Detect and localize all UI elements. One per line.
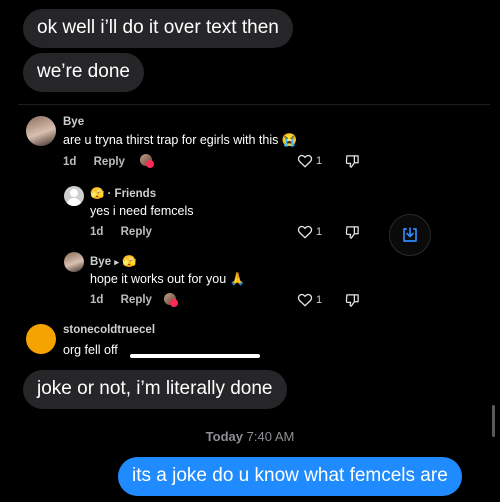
thumbs-down-icon [345, 294, 359, 307]
comment-text: hope it works out for you 🙏 [90, 272, 245, 287]
reply-arrow-icon: ▸ [114, 257, 119, 267]
heart-outline-icon [297, 293, 313, 307]
heart-outline-icon [297, 225, 313, 239]
crying-emoji: 😭 [281, 133, 298, 147]
like-count: 1 [316, 294, 323, 306]
timestamp-time: 7:40 AM [246, 429, 295, 444]
audience-label: · Friends [107, 188, 157, 200]
creator-liked-badge [164, 293, 178, 307]
like-count: 1 [316, 226, 323, 238]
avatar [64, 186, 84, 206]
comment-username: Bye ▸ 🫣 [90, 254, 136, 268]
like-button[interactable]: 1 [297, 154, 322, 168]
peeking-emoji: 🫣 [122, 256, 137, 268]
message-bubble-incoming[interactable]: ok well i’ll do it over text then [23, 9, 293, 48]
like-button[interactable]: 1 [297, 293, 322, 307]
praying-hands-emoji: 🙏 [229, 272, 246, 286]
message-bubble-incoming[interactable]: joke or not, i’m literally done [23, 370, 287, 409]
reply-button[interactable]: Reply [94, 156, 125, 168]
avatar [26, 324, 56, 354]
comment-age: 1d [90, 294, 104, 306]
comment-text-body: hope it works out for you [90, 272, 227, 286]
avatar [26, 116, 56, 146]
reply-button[interactable]: Reply [121, 294, 152, 306]
dislike-button[interactable] [345, 225, 360, 245]
timestamp-day: Today [205, 429, 243, 444]
avatar [64, 252, 84, 272]
reply-button[interactable]: Reply [121, 226, 152, 238]
thumbs-down-icon [345, 226, 359, 239]
comment-meta: 1d Reply [90, 294, 152, 306]
comment-age: 1d [63, 156, 77, 168]
comment-text: yes i need femcels [90, 204, 194, 218]
peeking-emoji: 🫣 [90, 188, 105, 200]
home-indicator [130, 354, 260, 358]
message-bubble-outgoing[interactable]: its a joke do u know what femcels are [118, 457, 462, 496]
divider [18, 104, 490, 105]
thumbs-down-icon [345, 155, 359, 168]
shared-screenshot[interactable]: Bye are u tryna thirst trap for egirls w… [18, 104, 490, 366]
message-bubble-incoming[interactable]: we’re done [23, 53, 144, 92]
download-button[interactable] [389, 214, 431, 256]
comment-username: 🫣 · Friends [90, 186, 156, 200]
creator-liked-badge [140, 154, 154, 168]
reply-username: Bye [90, 256, 112, 268]
comment-age: 1d [90, 226, 104, 238]
comment-username: Bye [63, 116, 85, 128]
comment-username: stonecoldtruecel [63, 324, 156, 336]
comment-text-body: are u tryna thirst trap for egirls with … [63, 133, 279, 147]
comment-meta: 1d Reply [63, 156, 125, 168]
like-button[interactable]: 1 [297, 225, 322, 239]
heart-outline-icon [297, 154, 313, 168]
comment-meta: 1d Reply [90, 226, 152, 238]
dislike-button[interactable] [345, 154, 360, 174]
comment-text: are u tryna thirst trap for egirls with … [63, 133, 297, 148]
like-count: 1 [316, 155, 323, 167]
dislike-button[interactable] [345, 293, 360, 313]
message-timestamp: Today 7:40 AM [0, 429, 500, 444]
download-icon [403, 227, 417, 242]
comment-text: org fell off [63, 343, 118, 357]
